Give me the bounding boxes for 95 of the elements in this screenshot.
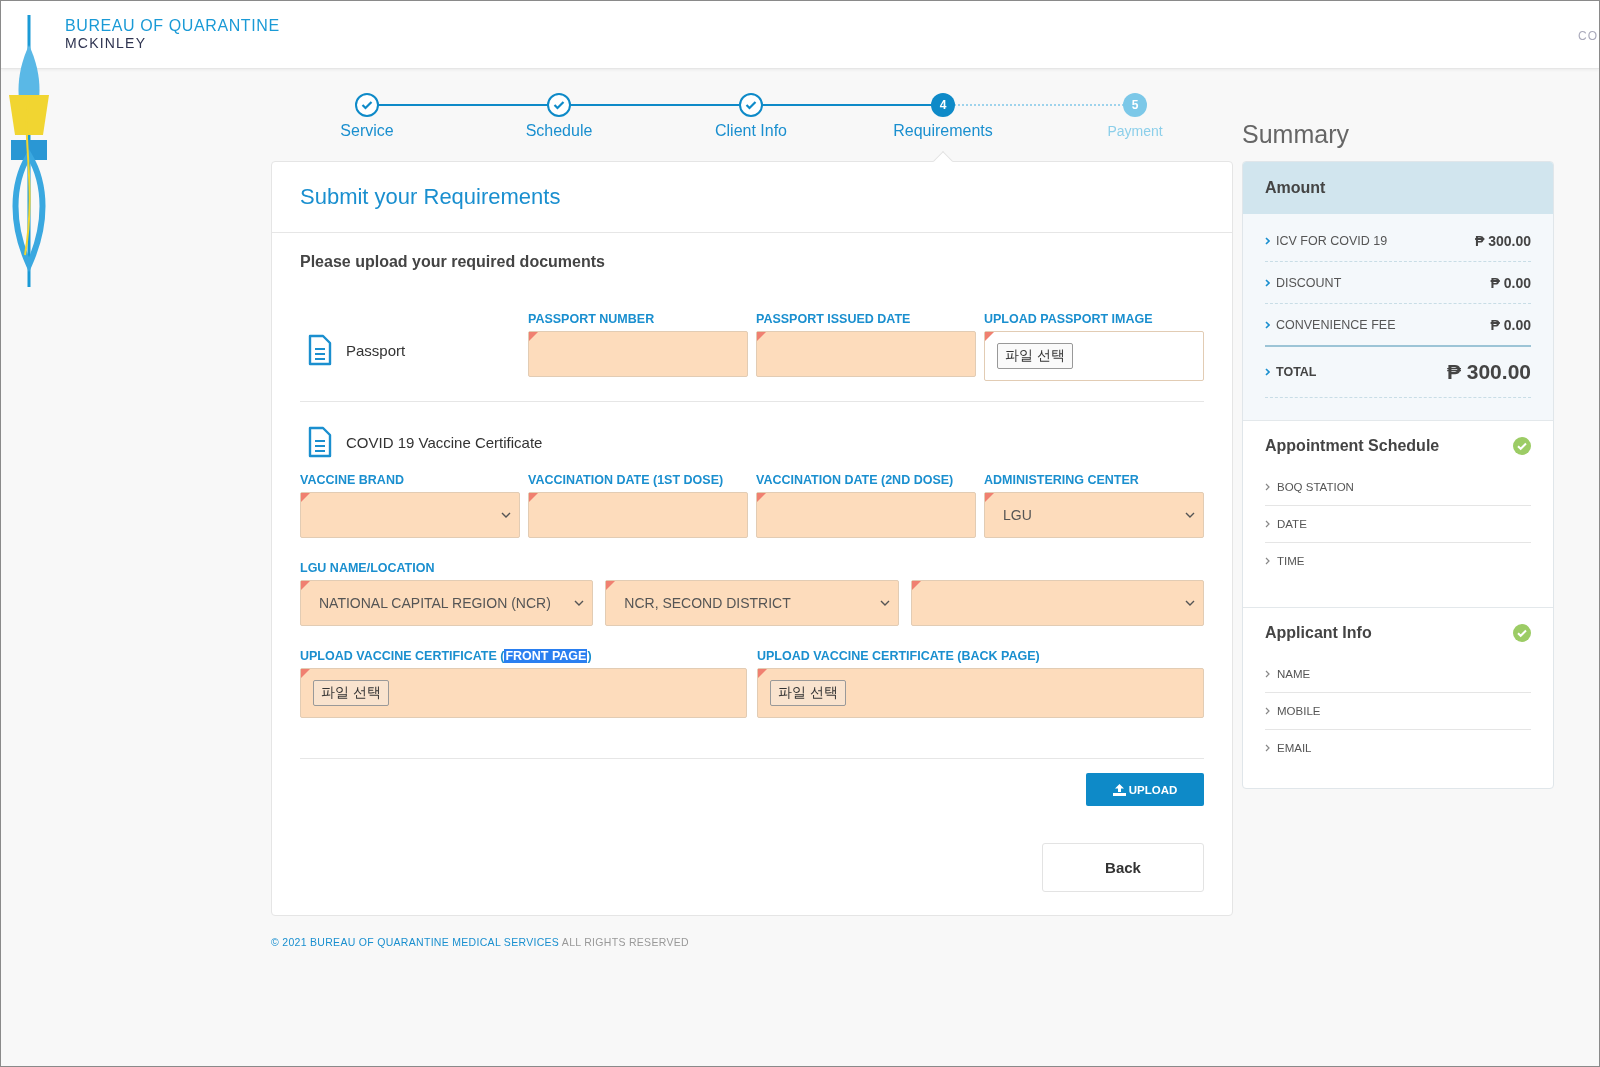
required-corner-mark <box>911 581 921 590</box>
step-label[interactable]: Client Info <box>714 122 787 140</box>
text-field[interactable] <box>756 331 976 377</box>
instruction-text: Please upload your required documents <box>300 252 606 272</box>
document-icon <box>308 426 332 458</box>
summary-item: TIME <box>1277 555 1305 567</box>
field-label: PASSPORT ISSUED DATE <box>756 311 911 327</box>
total-amount: ₱ 300.00 <box>1446 360 1531 384</box>
field-label: VACCINATION DATE (1ST DOSE) <box>528 472 724 488</box>
chevron-right-icon <box>1265 320 1270 329</box>
required-corner-mark <box>606 581 616 590</box>
choose-file-button[interactable]: 파일 선택 <box>770 680 847 706</box>
summary-item: DATE <box>1277 518 1307 530</box>
required-corner-mark <box>301 581 310 590</box>
chevron-down-icon <box>879 600 890 606</box>
fee-label: CONVENIENCE FEE <box>1265 317 1396 332</box>
field-label: UPLOAD VACCINE CERTIFICATE (FRONT PAGE) <box>300 648 592 664</box>
card-title: Submit your Requirements <box>300 184 561 210</box>
summary-item: NAME <box>1277 668 1311 680</box>
required-corner-mark <box>529 332 538 341</box>
chevron-right-icon <box>1265 670 1270 678</box>
required-corner-mark <box>529 493 538 502</box>
chevron-right-icon <box>1265 368 1270 376</box>
upload-icon <box>1112 783 1126 796</box>
field-label: VACCINE BRAND <box>300 472 404 488</box>
field-label: ADMINISTERING CENTER <box>984 472 1139 488</box>
field-label: PASSPORT NUMBER <box>528 311 655 327</box>
upload-button[interactable]: UPLOAD <box>1086 773 1204 806</box>
summary-item: EMAIL <box>1277 742 1312 754</box>
check-icon <box>553 100 565 110</box>
chevron-right-icon <box>1265 520 1270 528</box>
field-label: UPLOAD VACCINE CERTIFICATE (BACK PAGE) <box>757 648 1040 664</box>
required-corner-mark <box>301 493 310 502</box>
dropdown-value: LGU <box>1003 507 1033 523</box>
chevron-right-icon <box>1265 236 1270 245</box>
summary-title: Summary <box>1242 120 1349 149</box>
section-title: Passport <box>346 341 406 359</box>
amount-header: Amount <box>1243 162 1553 214</box>
step-label[interactable]: Schedule <box>525 122 593 140</box>
summary-section-title: Applicant Info <box>1265 624 1372 642</box>
step-circle[interactable] <box>547 93 571 117</box>
step-circle[interactable] <box>739 93 763 117</box>
fee-amount: ₱ 0.00 <box>1490 274 1531 291</box>
chevron-down-icon <box>574 600 585 606</box>
required-corner-mark <box>757 332 766 341</box>
footer-link[interactable]: © 2021 BUREAU OF QUARANTINE MEDICAL SERVICES <box>271 936 560 948</box>
dropdown-field[interactable]: NCR, SECOND DISTRICT <box>605 580 899 626</box>
fee-amount: ₱ 300.00 <box>1474 232 1531 249</box>
choose-file-button[interactable]: 파일 선택 <box>313 680 390 706</box>
required-corner-mark <box>985 493 994 502</box>
chevron-down-icon <box>1185 512 1195 518</box>
dropdown-field[interactable]: LGU <box>984 492 1204 538</box>
text-field[interactable] <box>756 492 976 538</box>
chevron-down-icon <box>1185 600 1195 606</box>
summary-item: MOBILE <box>1277 705 1321 717</box>
choose-file-button[interactable]: 파일 선택 <box>997 343 1074 369</box>
chevron-right-icon <box>1265 744 1270 752</box>
total-label: TOTAL <box>1265 365 1317 379</box>
text-field[interactable] <box>528 492 748 538</box>
field-label: VACCINATION DATE (2ND DOSE) <box>756 472 954 488</box>
site-subtitle: MCKINLEY <box>65 34 148 51</box>
chevron-right-icon <box>1265 278 1270 287</box>
required-corner-mark <box>985 332 994 341</box>
step-circle[interactable] <box>355 93 379 117</box>
chevron-right-icon <box>1265 557 1270 565</box>
section-title: COVID 19 Vaccine Certificate <box>346 433 543 451</box>
dropdown-value: NCR, SECOND DISTRICT <box>624 595 792 611</box>
dropdown-field[interactable] <box>300 492 520 538</box>
check-icon <box>361 100 373 110</box>
document-icon <box>308 334 332 366</box>
chevron-right-icon <box>1265 483 1270 491</box>
group-label: LGU NAME/LOCATION <box>300 560 435 576</box>
fee-label: ICV FOR COVID 19 <box>1265 233 1388 248</box>
footer-text: © 2021 BUREAU OF QUARANTINE MEDICAL SERVICES ALL RIGHTS RESERVED <box>271 935 690 948</box>
chevron-down-icon <box>501 512 511 518</box>
required-corner-mark <box>757 493 766 502</box>
fee-label: DISCOUNT <box>1265 275 1342 290</box>
back-button[interactable]: Back <box>1042 843 1204 892</box>
dropdown-field[interactable]: NATIONAL CAPITAL REGION (NCR) <box>300 580 594 626</box>
step-label[interactable]: Requirements <box>893 122 993 140</box>
step-label[interactable]: Service <box>340 122 394 140</box>
header-link[interactable]: CO <box>1578 29 1598 43</box>
dropdown-field[interactable] <box>910 580 1204 626</box>
required-corner-mark <box>301 669 310 678</box>
summary-item: BOQ STATION <box>1277 481 1354 493</box>
site-title: BUREAU OF QUARANTINE <box>65 16 280 35</box>
summary-section-title: Appointment Schedule <box>1265 437 1440 455</box>
text-field[interactable] <box>528 331 748 377</box>
step-circle[interactable]: 4 <box>931 93 955 117</box>
required-corner-mark <box>758 669 767 678</box>
dropdown-value: NATIONAL CAPITAL REGION (NCR) <box>319 595 552 611</box>
chevron-right-icon <box>1265 707 1270 715</box>
field-label: UPLOAD PASSPORT IMAGE <box>984 311 1153 327</box>
check-icon <box>745 100 757 110</box>
fee-amount: ₱ 0.00 <box>1490 316 1531 333</box>
